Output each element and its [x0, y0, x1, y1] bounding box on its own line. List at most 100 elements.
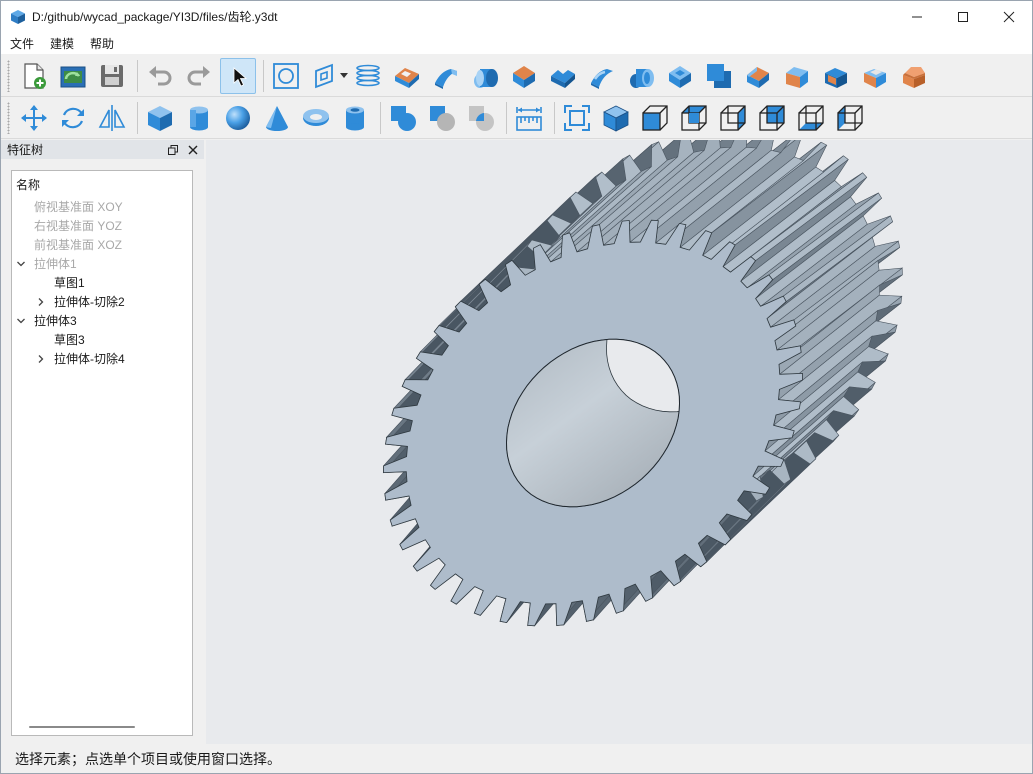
gear-model[interactable]: [206, 124, 1032, 744]
extrude-cut-button[interactable]: [545, 58, 581, 94]
torus-primitive-button[interactable]: [298, 100, 334, 136]
cone-primitive-button[interactable]: [259, 100, 295, 136]
fillet-button[interactable]: [818, 58, 854, 94]
tree-item[interactable]: 前视基准面 XOZ: [16, 235, 122, 254]
tree-item-label: 前视基准面 XOZ: [34, 238, 123, 252]
revolve-cut-button[interactable]: [584, 58, 620, 94]
chamfer-icon: [786, 66, 808, 88]
maximize-icon: [958, 11, 968, 22]
circle-sketch-icon: [273, 62, 299, 89]
sweep-cut-icon: [630, 68, 654, 88]
pipe-primitive-button[interactable]: [337, 100, 373, 136]
move-button[interactable]: [16, 100, 52, 136]
shell-button[interactable]: [701, 58, 737, 94]
mirror-button[interactable]: [94, 100, 130, 136]
float-panel-icon[interactable]: [168, 144, 178, 155]
helix-button[interactable]: [350, 58, 386, 94]
close-window-button[interactable]: [986, 1, 1032, 32]
save-button[interactable]: [94, 58, 130, 94]
new-file-button[interactable]: [16, 58, 52, 94]
tree-item-label: 右视基准面 YOZ: [34, 219, 123, 233]
extrude-button[interactable]: [389, 58, 425, 94]
select-pointer-button[interactable]: [220, 57, 256, 94]
menu-modeling[interactable]: 建模: [43, 35, 81, 52]
chamfer-button[interactable]: [779, 58, 815, 94]
loft-cut-icon: [669, 65, 691, 88]
sphere-primitive-button[interactable]: [220, 100, 256, 136]
window-title: D:/github/wycad_package/YI3D/files/齿轮.y3…: [32, 10, 278, 24]
tree-item[interactable]: 右视基准面 YOZ: [16, 216, 122, 235]
tree-item[interactable]: 俯视基准面 XOY: [16, 197, 123, 216]
rotate-button[interactable]: [55, 100, 91, 136]
tree-item[interactable]: 拉伸体3: [16, 311, 77, 330]
app-window: D:/github/wycad_package/YI3D/files/齿轮.y3…: [0, 0, 1033, 774]
redo-button[interactable]: [181, 58, 217, 94]
right-view-button[interactable]: [715, 100, 751, 136]
fit-all-button[interactable]: [559, 100, 595, 136]
toolbar-grip[interactable]: [7, 59, 10, 92]
menu-file[interactable]: 文件: [3, 35, 41, 52]
cylinder-primitive-button[interactable]: [181, 100, 217, 136]
revolve-icon: [435, 68, 457, 89]
redo-icon: [187, 65, 210, 85]
minimize-button[interactable]: [894, 1, 940, 32]
feature-tree: 名称 俯视基准面 XOY 右视基准面 YOZ 前视基准面 XOZ 拉伸体1 草图1 拉伸体…: [11, 170, 193, 736]
open-file-icon: [60, 66, 86, 87]
boolean-union-button[interactable]: [385, 100, 421, 136]
close-panel-icon[interactable]: [188, 145, 198, 155]
loft-cut-button[interactable]: [662, 58, 698, 94]
bottom-view-button[interactable]: [793, 100, 829, 136]
toolbar-separator: [380, 101, 381, 134]
sweep-cut-button[interactable]: [623, 58, 659, 94]
plane-sketch-button[interactable]: [307, 58, 343, 94]
tree-item-label: 拉伸体1: [34, 257, 77, 271]
modeling-toolbar: [1, 97, 1032, 139]
revolve-button[interactable]: [428, 58, 464, 94]
boolean-intersect-icon: [469, 105, 494, 131]
front-view-button[interactable]: [637, 100, 673, 136]
tree-item[interactable]: 拉伸体1: [16, 254, 77, 273]
chevron-down-icon[interactable]: [16, 259, 26, 269]
left-view-button[interactable]: [832, 100, 868, 136]
toolbar-grip[interactable]: [7, 101, 10, 134]
boolean-cut-button[interactable]: [424, 100, 460, 136]
tree-item-label: 草图3: [54, 333, 85, 347]
tree-item[interactable]: 草图3: [36, 330, 85, 349]
draft-button[interactable]: [857, 58, 893, 94]
back-view-button[interactable]: [754, 100, 790, 136]
tree-item[interactable]: 草图1: [36, 273, 85, 292]
move-icon: [21, 104, 47, 131]
panel-title: 特征树: [7, 143, 44, 157]
iso-view-button[interactable]: [598, 100, 634, 136]
minimize-icon: [912, 16, 922, 17]
circle-sketch-button[interactable]: [268, 58, 304, 94]
top-view-button[interactable]: [676, 100, 712, 136]
tree-item[interactable]: 拉伸体-切除2: [36, 292, 125, 311]
loft-button[interactable]: [506, 58, 542, 94]
tree-item-label: 俯视基准面 XOY: [34, 200, 123, 214]
toolbar-separator: [263, 59, 264, 92]
measure-button[interactable]: [511, 100, 547, 136]
tree-item-label: 拉伸体-切除4: [54, 352, 125, 366]
open-file-button[interactable]: [55, 58, 91, 94]
menu-help[interactable]: 帮助: [83, 35, 121, 52]
boolean-intersect-button[interactable]: [463, 100, 499, 136]
sweep-button[interactable]: [467, 58, 503, 94]
chevron-right-icon[interactable]: [36, 297, 46, 307]
maximize-button[interactable]: [940, 1, 986, 32]
3d-viewport[interactable]: [206, 124, 1032, 744]
pyramid-button[interactable]: [896, 58, 932, 94]
chevron-right-icon[interactable]: [36, 354, 46, 364]
select-pointer-icon: [233, 66, 248, 87]
chevron-down-icon[interactable]: [16, 316, 26, 326]
helix-icon: [356, 64, 380, 86]
thicken-button[interactable]: [740, 58, 776, 94]
toolbar-separator: [506, 101, 507, 134]
status-text: 选择元素；点选单个项目或使用窗口选择。: [15, 750, 281, 767]
tree-item[interactable]: 拉伸体-切除4: [36, 349, 125, 368]
back-view-icon: [759, 104, 785, 131]
horizontal-scrollbar[interactable]: [29, 726, 135, 728]
box-primitive-button[interactable]: [142, 100, 178, 136]
undo-button[interactable]: [142, 58, 178, 94]
